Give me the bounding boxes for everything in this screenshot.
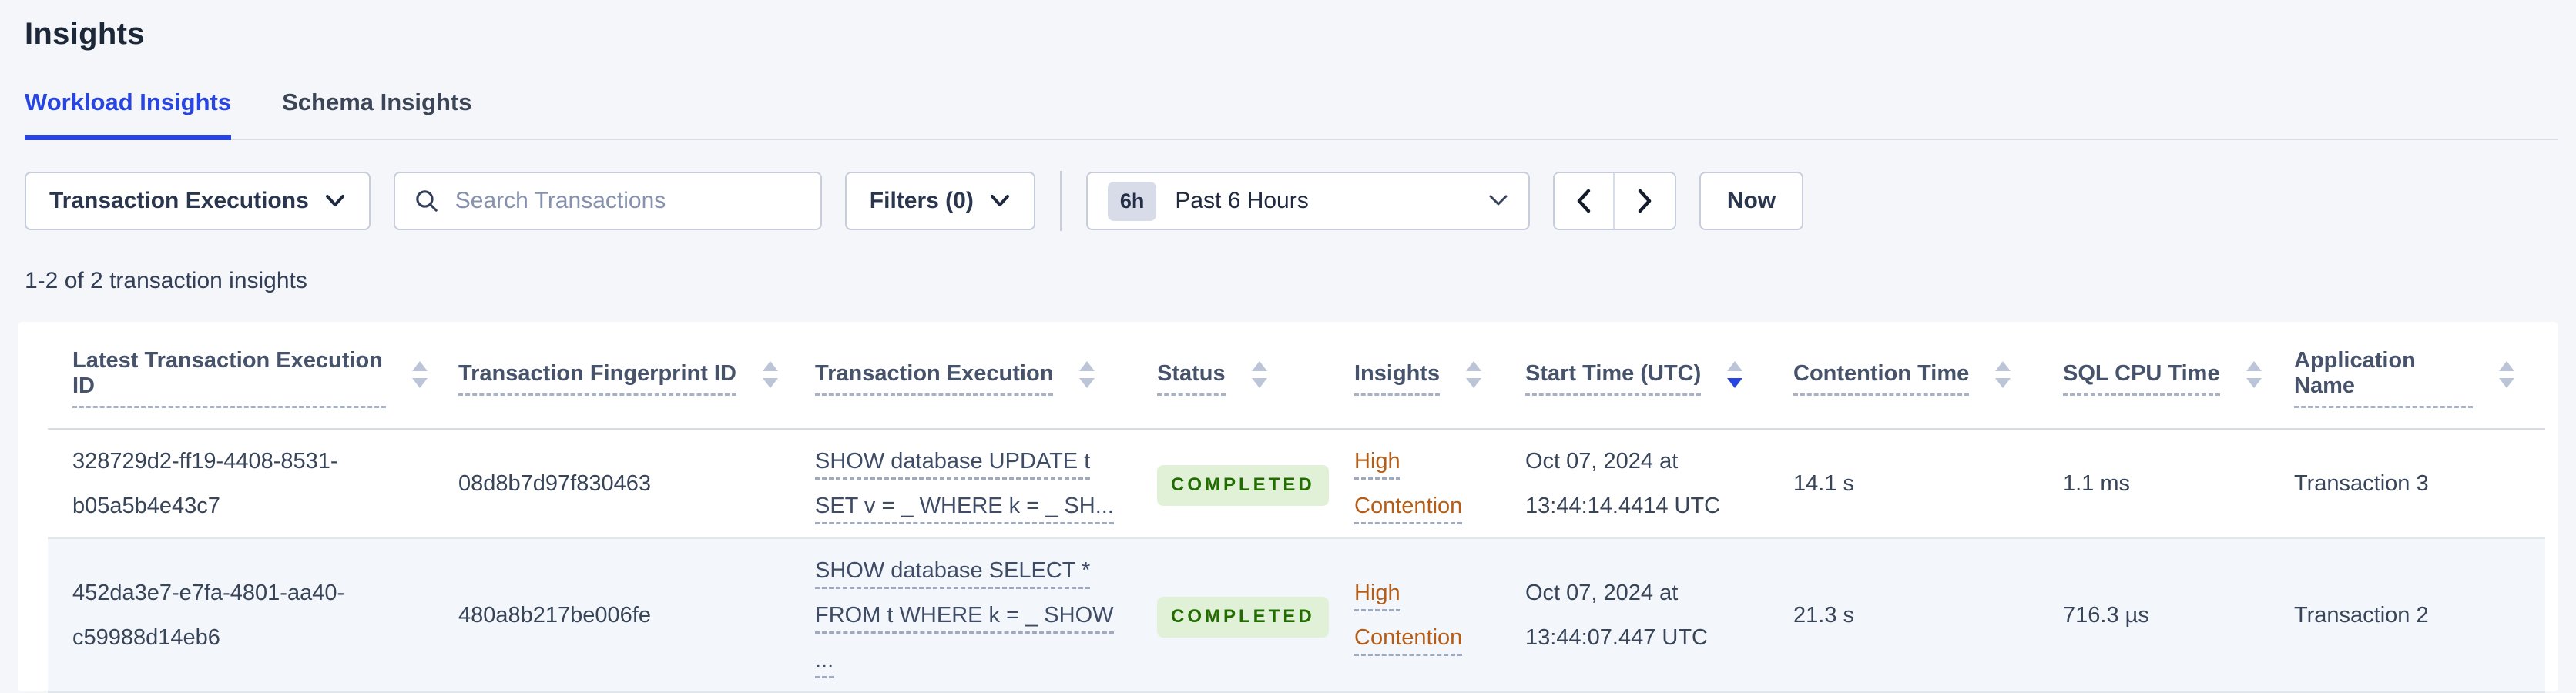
cell-status: COMPLETED — [1157, 538, 1354, 693]
sort-icons — [2499, 360, 2514, 388]
search-input[interactable] — [453, 187, 802, 215]
insights-table: Latest Transaction Execution ID Transact… — [48, 322, 2545, 693]
insights-table-card: Latest Transaction Execution ID Transact… — [18, 322, 2558, 693]
sort-icons — [1079, 360, 1095, 388]
cell-contention-time: 14.1 s — [1793, 429, 2063, 539]
column-header-insights[interactable]: Insights — [1354, 322, 1525, 430]
filters-dropdown-label: Filters (0) — [869, 188, 974, 213]
column-header-contention-time[interactable]: Contention Time — [1793, 322, 2063, 430]
high-contention-link[interactable]: High Contention — [1354, 581, 1463, 656]
sort-icons — [1466, 360, 1482, 388]
chevron-down-icon — [1489, 195, 1508, 206]
transaction-execution-link[interactable]: SHOW database UPDATE t SET v = _ WHERE k… — [815, 449, 1114, 524]
time-prev-button[interactable] — [1554, 173, 1615, 229]
cell-execution-id: 328729d2-ff19-4408-8531-b05a5b4e43c7 — [48, 429, 458, 539]
table-header-row: Latest Transaction Execution ID Transact… — [48, 322, 2545, 430]
column-header-start-time[interactable]: Start Time (UTC) — [1525, 322, 1793, 430]
cell-contention-time: 21.3 s — [1793, 538, 2063, 693]
column-header-transaction-execution[interactable]: Transaction Execution — [815, 322, 1157, 430]
time-range-arrows — [1552, 172, 1676, 230]
cell-insights: High Contention — [1354, 429, 1525, 539]
cell-transaction-execution: SHOW database UPDATE t SET v = _ WHERE k… — [815, 429, 1157, 539]
cell-insights: High Contention — [1354, 538, 1525, 693]
chevron-right-icon — [1638, 189, 1652, 213]
column-header-latest-transaction-execution-id[interactable]: Latest Transaction Execution ID — [48, 322, 458, 430]
filters-dropdown[interactable]: Filters (0) — [844, 172, 1035, 230]
toolbar: Transaction Executions Filters (0) 6h Pa… — [25, 171, 2558, 231]
sort-icons — [762, 360, 778, 388]
page-title: Insights — [25, 17, 145, 51]
sort-icons — [1251, 360, 1267, 388]
high-contention-link[interactable]: High Contention — [1354, 449, 1463, 524]
search-box[interactable] — [393, 172, 822, 230]
column-header-status[interactable]: Status — [1157, 322, 1354, 430]
cell-fingerprint-id: 480a8b217be006fe — [458, 538, 815, 693]
cell-start-time: Oct 07, 2024 at 13:44:07.447 UTC — [1525, 538, 1793, 693]
tab-bar: Workload Insights Schema Insights — [25, 89, 2558, 140]
cell-sql-cpu-time: 1.1 ms — [2063, 429, 2294, 539]
now-button[interactable]: Now — [1699, 172, 1804, 230]
cell-start-time: Oct 07, 2024 at 13:44:14.4414 UTC — [1525, 429, 1793, 539]
transaction-type-dropdown-label: Transaction Executions — [49, 188, 309, 213]
insights-page: Insights Workload Insights Schema Insigh… — [0, 0, 2576, 693]
cell-transaction-execution: SHOW database SELECT * FROM t WHERE k = … — [815, 538, 1157, 693]
table-row: 452da3e7-e7fa-4801-aa40-c59988d14eb6 480… — [48, 538, 2545, 693]
status-badge: COMPLETED — [1157, 465, 1329, 506]
table-row: 328729d2-ff19-4408-8531-b05a5b4e43c7 08d… — [48, 429, 2545, 539]
sort-icons — [412, 360, 428, 388]
chevron-left-icon — [1577, 189, 1591, 213]
sort-desc-icon — [1727, 360, 1743, 388]
cell-fingerprint-id: 08d8b7d97f830463 — [458, 429, 815, 539]
cell-execution-id: 452da3e7-e7fa-4801-aa40-c59988d14eb6 — [48, 538, 458, 693]
sort-icons — [1995, 360, 2011, 388]
cell-sql-cpu-time: 716.3 µs — [2063, 538, 2294, 693]
chevron-down-icon — [990, 195, 1009, 206]
column-header-sql-cpu-time[interactable]: SQL CPU Time — [2063, 322, 2294, 430]
sort-icons — [2246, 360, 2262, 388]
tab-workload-insights[interactable]: Workload Insights — [25, 89, 232, 140]
transaction-execution-link[interactable]: SHOW database SELECT * FROM t WHERE k = … — [815, 558, 1114, 678]
transaction-type-dropdown[interactable]: Transaction Executions — [25, 172, 371, 230]
results-count: 1-2 of 2 transaction insights — [25, 268, 307, 293]
tab-schema-insights[interactable]: Schema Insights — [282, 89, 471, 140]
time-range-badge: 6h — [1107, 181, 1157, 221]
search-icon — [416, 190, 438, 212]
column-header-transaction-fingerprint-id[interactable]: Transaction Fingerprint ID — [458, 322, 815, 430]
cell-application-name: Transaction 2 — [2294, 538, 2545, 693]
time-next-button[interactable] — [1614, 173, 1675, 229]
time-range-label: Past 6 Hours — [1175, 188, 1309, 213]
column-header-application-name[interactable]: Application Name — [2294, 322, 2545, 430]
cell-status: COMPLETED — [1157, 429, 1354, 539]
time-range-picker[interactable]: 6h Past 6 Hours — [1085, 172, 1530, 230]
chevron-down-icon — [325, 195, 344, 206]
status-badge: COMPLETED — [1157, 597, 1329, 638]
cell-application-name: Transaction 3 — [2294, 429, 2545, 539]
toolbar-divider — [1059, 171, 1062, 231]
